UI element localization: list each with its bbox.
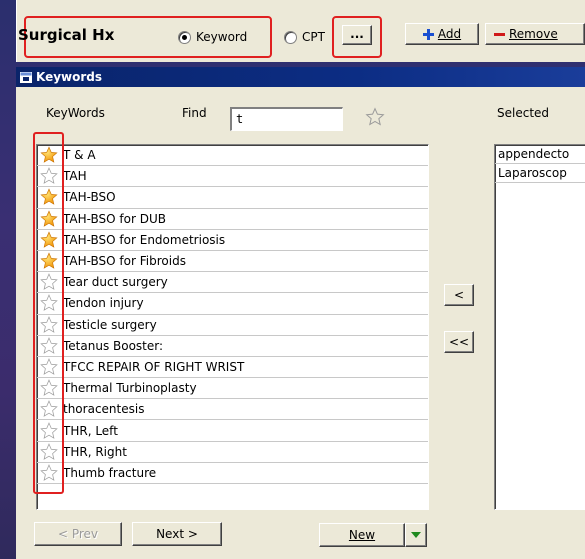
- list-item[interactable]: Thermal Turbinoplasty: [37, 378, 428, 400]
- highlight-star-column: [33, 132, 64, 494]
- move-one-label: <: [453, 288, 465, 302]
- selected-item[interactable]: Laparoscop: [495, 164, 585, 183]
- favorite-filter-icon[interactable]: [365, 107, 385, 130]
- selected-list[interactable]: appendecto Laparoscop: [494, 144, 585, 510]
- find-label: Find: [182, 106, 207, 120]
- radio-keyword-dot[interactable]: [178, 30, 191, 44]
- remove-button[interactable]: Remove: [485, 23, 585, 45]
- list-item[interactable]: TAH-BSO: [37, 187, 428, 209]
- move-one-button[interactable]: <: [444, 284, 474, 306]
- next-label: Next >: [156, 527, 198, 541]
- list-item-label: Testicle surgery: [63, 317, 157, 332]
- list-item[interactable]: THR, Left: [37, 420, 428, 442]
- window-icon: [20, 71, 32, 83]
- keywords-panel-title: Keywords: [36, 70, 103, 84]
- list-item-label: TAH-BSO for Endometriosis: [63, 232, 226, 247]
- list-item-label: TAH-BSO: [63, 190, 116, 205]
- list-item-label: T & A: [63, 148, 96, 163]
- remove-label: Remove: [509, 27, 558, 41]
- move-all-button[interactable]: <<: [444, 331, 474, 353]
- list-item[interactable]: thoracentesis: [37, 399, 428, 421]
- plus-icon: [422, 28, 434, 40]
- list-item-label: Tendon injury: [63, 296, 144, 311]
- radio-keyword-label: Keyword: [196, 30, 248, 44]
- list-item-label: TFCC REPAIR OF RIGHT WRIST: [63, 359, 245, 374]
- radio-keyword[interactable]: Keyword: [178, 27, 247, 47]
- list-item-label: TAH-BSO for Fibroids: [63, 254, 186, 269]
- list-item[interactable]: T & A: [37, 145, 428, 167]
- list-item-label: Tear duct surgery: [63, 275, 168, 290]
- list-item[interactable]: Tetanus Booster:: [37, 336, 428, 357]
- list-item-label: thoracentesis: [63, 402, 145, 417]
- radio-cpt-label: CPT: [302, 30, 325, 44]
- list-item-label: THR, Left: [63, 423, 118, 438]
- list-item[interactable]: Testicle surgery: [37, 315, 428, 336]
- radio-cpt[interactable]: CPT: [284, 27, 325, 47]
- new-button[interactable]: New: [319, 523, 405, 547]
- prev-label: < Prev: [57, 527, 99, 541]
- list-item-label: Thermal Turbinoplasty: [63, 381, 197, 396]
- browse-label: ...: [350, 27, 364, 41]
- page-title: Surgical Hx: [18, 26, 115, 44]
- list-item-label: TAH: [63, 169, 87, 184]
- radio-cpt-dot[interactable]: [284, 30, 297, 44]
- list-item[interactable]: TAH-BSO for Endometriosis: [37, 230, 428, 251]
- list-item[interactable]: TAH-BSO for Fibroids: [37, 251, 428, 273]
- list-item-label: Tetanus Booster:: [63, 338, 164, 353]
- list-item[interactable]: THR, Right: [37, 442, 428, 463]
- list-item[interactable]: TAH: [37, 166, 428, 188]
- move-all-label: <<: [448, 335, 470, 349]
- list-item[interactable]: Tendon injury: [37, 293, 428, 315]
- keywords-label: KeyWords: [46, 106, 105, 120]
- list-item[interactable]: TAH-BSO for DUB: [37, 209, 428, 230]
- list-item[interactable]: Tear duct surgery: [37, 272, 428, 294]
- find-input[interactable]: t: [230, 107, 343, 131]
- keyword-list[interactable]: T & A TAH TAH-BSO TAH-BSO for DUB TAH-BSO fo…: [36, 144, 429, 510]
- browse-button[interactable]: ...: [342, 25, 372, 45]
- add-label: Add: [437, 27, 462, 41]
- minus-icon: [494, 32, 505, 36]
- list-item-label: THR, Right: [63, 444, 127, 459]
- triangle-down-icon: [411, 532, 421, 538]
- selected-item[interactable]: appendecto: [495, 145, 585, 164]
- list-item[interactable]: TFCC REPAIR OF RIGHT WRIST: [37, 357, 428, 379]
- prev-button: < Prev: [34, 522, 122, 546]
- list-item-label: Thumb fracture: [63, 465, 157, 480]
- add-button[interactable]: Add: [405, 23, 479, 45]
- list-item[interactable]: Thumb fracture: [37, 463, 428, 484]
- selected-label: Selected: [497, 106, 550, 120]
- list-item-label: TAH-BSO for DUB: [63, 211, 167, 226]
- new-label: New: [348, 528, 376, 542]
- keywords-panel-header: Keywords: [16, 67, 585, 87]
- next-button[interactable]: Next >: [132, 522, 222, 546]
- new-dropdown-button[interactable]: [405, 523, 427, 547]
